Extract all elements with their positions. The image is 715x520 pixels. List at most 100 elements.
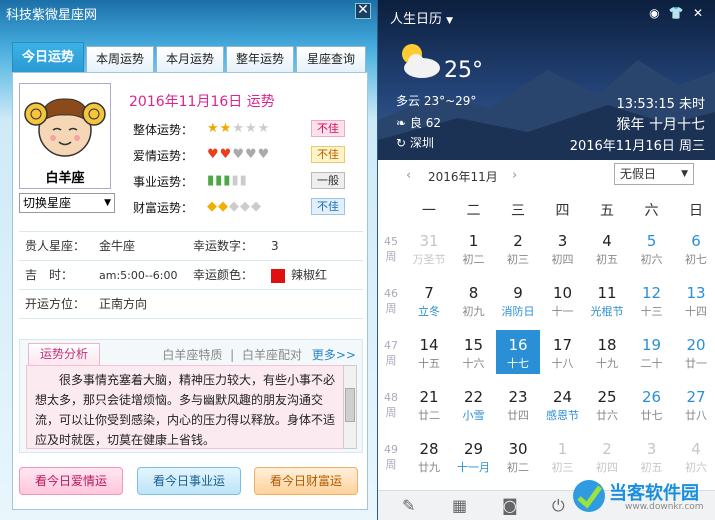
day-number: 25 (597, 388, 617, 406)
calendar-day[interactable]: 25 廿六 (585, 382, 629, 426)
calendar-day[interactable]: 16 十七 (496, 330, 540, 374)
calendar-day[interactable]: 11 光棍节 (585, 278, 629, 322)
calendar-day[interactable]: 28 廿九 (407, 434, 451, 478)
calendar-day[interactable]: 9 消防日 (496, 278, 540, 322)
day-number: 12 (641, 284, 662, 302)
day-number: 10 (552, 284, 573, 302)
calendar-day[interactable]: 7 立冬 (407, 278, 451, 322)
clock: 13:53:15 未时 (616, 97, 705, 112)
analysis-tab[interactable]: 运势分析 (28, 343, 100, 365)
day-number: 24 (552, 388, 573, 406)
lunar-label: 初九 (462, 305, 485, 318)
camera-icon[interactable]: ◙ (502, 496, 518, 515)
calendar-day[interactable]: 12 十三 (630, 278, 674, 322)
calendar-day[interactable]: 3 初五 (630, 434, 674, 478)
calendar-day[interactable]: 15 十六 (452, 330, 496, 374)
next-month-icon[interactable]: › (512, 168, 517, 183)
wealth-fortune-button[interactable]: 看今日财富运 (254, 467, 358, 495)
calendar-day[interactable]: 6 初七 (674, 226, 715, 270)
match-link[interactable]: 白羊座配对 (242, 348, 302, 362)
calendar-day[interactable]: 17 十八 (541, 330, 585, 374)
day-number: 19 (641, 336, 662, 354)
user-icon[interactable]: ◉ (645, 6, 663, 20)
calendar-title[interactable]: 人生日历 ▼ (390, 8, 453, 27)
calendar-panel: 人生日历 ▼ ◉ 👕 ✕ 25° 多云 23°~29° ❧ 良 62 ↻ 深圳 … (378, 0, 715, 520)
zodiac-panel: 科技紫微星座网 ✕ 今日运势 本周运势 本月运势 整年运势 星座查询 白羊座 切… (0, 0, 378, 520)
day-number: 31 (419, 232, 439, 250)
lunar-label: 光棍节 (590, 305, 624, 318)
status-badge: 不佳 (311, 120, 345, 137)
tab-year[interactable]: 整年运势 (226, 46, 294, 72)
calendar-day[interactable]: 4 初五 (585, 226, 629, 270)
watermark-logo: 当客软件园 www.downkr.com (571, 476, 711, 518)
close-icon[interactable]: ✕ (689, 6, 707, 20)
calendar-day[interactable]: 13 十四 (674, 278, 715, 322)
calendar-day[interactable]: 3 初四 (541, 226, 585, 270)
calendar-day[interactable]: 14 十五 (407, 330, 451, 374)
tab-week[interactable]: 本周运势 (86, 46, 154, 72)
status-badge: 不佳 (311, 146, 345, 163)
calendar-day[interactable]: 30 初二 (496, 434, 540, 478)
fortune-date-title: 2016年11月16日 运势 (129, 94, 275, 110)
fortune-row-career: 事业运势： ▮▮▮▮▮ 一般 (133, 171, 353, 191)
day-number: 15 (463, 336, 484, 354)
tab-month[interactable]: 本月运势 (156, 46, 224, 72)
lunar-label: 感恩节 (546, 409, 579, 422)
info-row: 开运方位： 正南方向 (19, 290, 363, 319)
power-icon[interactable]: ⏻ (552, 496, 565, 516)
calendar-day[interactable]: 8 初九 (452, 278, 496, 322)
calculator-icon[interactable]: ▦ (452, 496, 467, 515)
tab-today[interactable]: 今日运势 (12, 42, 84, 73)
holiday-select[interactable]: 无假日 ▼ (614, 163, 694, 185)
calendar-day[interactable]: 29 十一月 (452, 434, 496, 478)
more-link[interactable]: 更多>> (312, 348, 356, 362)
lunar-label: 十一 (551, 305, 574, 318)
edit-icon[interactable]: ✎ (402, 496, 415, 515)
scroll-thumb[interactable] (345, 388, 355, 422)
calendar-day[interactable]: 21 廿二 (407, 382, 451, 426)
city[interactable]: ↻ 深圳 (396, 134, 434, 151)
love-fortune-button[interactable]: 看今日爱情运 (19, 467, 123, 495)
day-number: 3 (646, 440, 657, 458)
calendar-day[interactable]: 22 小雪 (452, 382, 496, 426)
day-number: 13 (686, 284, 706, 302)
calendar-day[interactable]: 2 初三 (496, 226, 540, 270)
calendar-day[interactable]: 4 初六 (674, 434, 715, 478)
shirt-icon[interactable]: 👕 (667, 6, 685, 20)
calendar-day[interactable]: 1 初二 (452, 226, 496, 270)
close-icon[interactable]: ✕ (355, 3, 371, 19)
fortune-row-overall: 整体运势： ★★★★★ 不佳 (133, 119, 353, 139)
analysis-scrollbar[interactable] (343, 365, 357, 449)
lunar-date: 猴年 十月十七 (616, 117, 705, 133)
lunar-label: 十六 (462, 357, 485, 370)
calendar-day[interactable]: 19 二十 (630, 330, 674, 374)
traits-link[interactable]: 白羊座特质 (162, 348, 222, 362)
calendar-day[interactable]: 1 初三 (541, 434, 585, 478)
career-fortune-button[interactable]: 看今日事业运 (137, 467, 241, 495)
weekday-header: 一二三四五六日 (378, 194, 715, 226)
calendar-day[interactable]: 18 十九 (585, 330, 629, 374)
calendar-day[interactable]: 27 廿八 (674, 382, 715, 426)
day-number: 27 (686, 388, 706, 406)
app-title: 科技紫微星座网 (6, 8, 98, 23)
calendar-day[interactable]: 2 初四 (585, 434, 629, 478)
day-number: 30 (508, 440, 528, 458)
calendar-day[interactable]: 31 万圣节 (407, 226, 451, 270)
fortune-label: 事业运势： (133, 175, 194, 189)
calendar-day[interactable]: 24 感恩节 (541, 382, 585, 426)
info-row: 贵人星座： 金牛座 幸运数字： 3 (19, 232, 363, 261)
switch-sign-select[interactable]: 切换星座 ▼ (19, 193, 115, 213)
calendar-day[interactable]: 20 廿一 (674, 330, 715, 374)
cloud-sun-icon (402, 44, 440, 78)
calendar-day[interactable]: 5 初六 (630, 226, 674, 270)
calendar-day[interactable]: 23 廿四 (496, 382, 540, 426)
lunar-label: 十八 (551, 357, 574, 370)
tab-query[interactable]: 星座查询 (296, 46, 366, 72)
calendar-day[interactable]: 26 廿七 (630, 382, 674, 426)
calendar-day[interactable]: 10 十一 (541, 278, 585, 322)
weekday-label: 三 (511, 203, 525, 219)
prev-month-icon[interactable]: ‹ (406, 168, 411, 183)
lucky-color-label: 幸运颜色： (193, 268, 254, 282)
week-number: 48 周 (384, 391, 398, 419)
aqi-text: 良 62 (409, 116, 441, 130)
